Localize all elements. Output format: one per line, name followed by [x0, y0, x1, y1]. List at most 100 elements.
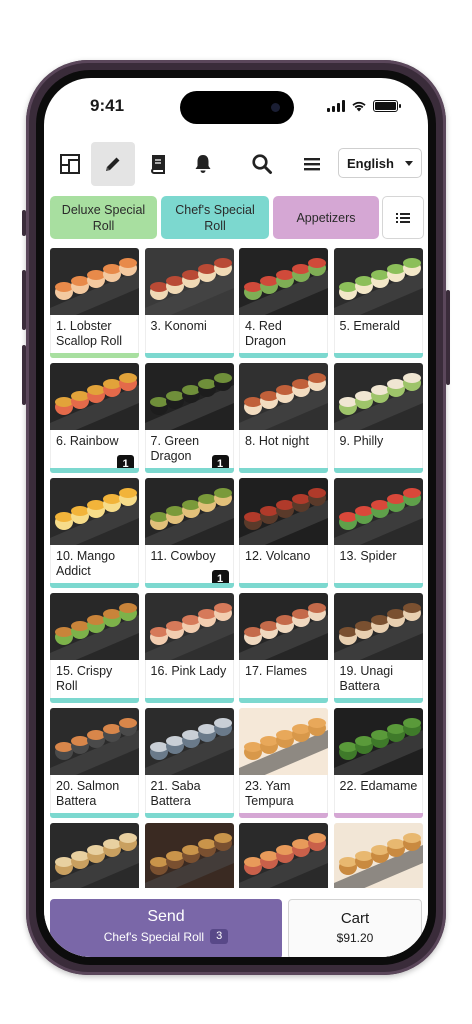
menu-item-name: 12. Volcano: [245, 549, 311, 563]
category-tab-chefs-special-roll[interactable]: Chef's Special Roll: [161, 196, 269, 239]
menu-item-name: 11. Cowboy: [150, 549, 216, 563]
category-list-button[interactable]: [382, 196, 424, 239]
status-time: 9:41: [90, 96, 125, 115]
category-color-bar: [50, 583, 139, 588]
menu-item-card[interactable]: 15. Crispy Roll: [50, 593, 139, 703]
category-color-bar: [239, 468, 328, 473]
menu-item-photo: [144, 478, 234, 545]
menu-item-card[interactable]: [144, 823, 234, 888]
menu-item-photo: [144, 823, 234, 888]
category-color-bar: [50, 698, 139, 703]
menu-item-photo: [50, 593, 139, 660]
category-color-bar: [50, 353, 139, 358]
send-category: Chef's Special Roll: [103, 929, 205, 944]
menu-item-card[interactable]: 23. Yam Tempura: [239, 708, 328, 818]
cart-button[interactable]: Cart $91.20: [288, 899, 422, 957]
menu-item-photo: [239, 708, 328, 775]
phone-frame: 9:41 English Deluxe Special Roll Chef's …: [22, 60, 450, 975]
menu-item-photo: [239, 363, 328, 430]
category-color-bar: [144, 698, 234, 703]
menu-item-photo: [333, 363, 423, 430]
menu-item-card[interactable]: 17. Flames: [239, 593, 328, 703]
menu-item-card[interactable]: [333, 823, 423, 888]
menu-item-photo: [239, 593, 328, 660]
category-color-bar: [50, 813, 139, 818]
category-color-bar: [333, 353, 423, 358]
category-tab-label: Appetizers: [296, 210, 356, 225]
menu-item-card[interactable]: 7. Green Dragon 1: [144, 363, 234, 473]
menu-item-card[interactable]: 10. Mango Addict: [50, 478, 139, 588]
menu-item-name: 21. Saba Battera: [150, 779, 201, 808]
menu-item-photo: [50, 478, 139, 545]
menu-item-card[interactable]: [50, 823, 139, 888]
power-button: [446, 290, 450, 385]
category-color-bar: [239, 353, 328, 358]
menu-item-card[interactable]: 3. Konomi: [144, 248, 234, 358]
menu-item-name: 4. Red Dragon: [245, 319, 286, 348]
wifi-icon: [352, 101, 366, 112]
menu-item-name: 19. Unagi Battera: [339, 664, 394, 693]
notifications-button[interactable]: [181, 142, 225, 186]
bezel: 9:41 English Deluxe Special Roll Chef's …: [36, 70, 436, 965]
menu-book-button[interactable]: [136, 142, 180, 186]
menu-item-card[interactable]: [239, 823, 328, 888]
category-color-bar: [144, 353, 234, 358]
bell-icon: [195, 155, 211, 173]
menu-item-card[interactable]: 11. Cowboy 1: [144, 478, 234, 588]
menu-item-card[interactable]: 19. Unagi Battera: [333, 593, 423, 703]
menu-item-card[interactable]: 8. Hot night: [239, 363, 328, 473]
category-tab-appetizers[interactable]: Appetizers: [273, 196, 379, 239]
menu-item-photo: [144, 708, 234, 775]
battery-icon: [373, 100, 401, 112]
menu-item-card[interactable]: 22. Edamame: [333, 708, 423, 818]
language-value: English: [347, 155, 394, 171]
menu-item-photo: [239, 478, 328, 545]
pencil-icon: [106, 157, 120, 171]
menu-item-photo: [333, 708, 423, 775]
menu-item-card[interactable]: 1. Lobster Scallop Roll: [50, 248, 139, 358]
cart-label: Cart: [340, 910, 370, 927]
menu-item-card[interactable]: 16. Pink Lady: [144, 593, 234, 703]
category-color-bar: [333, 813, 423, 818]
menu-item-card[interactable]: 4. Red Dragon: [239, 248, 328, 358]
menu-item-card[interactable]: 13. Spider: [333, 478, 423, 588]
language-select[interactable]: English: [338, 148, 422, 178]
menu-item-photo: [333, 248, 423, 315]
menu-item-photo: [50, 708, 139, 775]
category-color-bar: [144, 813, 234, 818]
category-color-bar: [50, 468, 139, 473]
send-button[interactable]: Send Chef's Special Roll 3: [50, 899, 282, 957]
menu-item-card[interactable]: 20. Salmon Battera: [50, 708, 139, 818]
edit-button[interactable]: [91, 142, 135, 186]
menu-item-photo: [50, 363, 139, 430]
menu-item-card[interactable]: 21. Saba Battera: [144, 708, 234, 818]
category-color-bar: [333, 583, 423, 588]
search-button[interactable]: [240, 142, 284, 186]
menu-item-card[interactable]: 5. Emerald: [333, 248, 423, 358]
category-tab-label: Deluxe Special Roll: [61, 202, 146, 233]
screen: 9:41 English Deluxe Special Roll Chef's …: [44, 78, 428, 957]
category-color-bar: [239, 698, 328, 703]
send-count-badge: 3: [210, 929, 229, 944]
cart-total: $91.20: [336, 931, 374, 945]
category-tabs: Deluxe Special Roll Chef's Special Roll …: [50, 196, 424, 240]
hamburger-icon: [304, 158, 320, 171]
volume-up-button: [22, 270, 26, 330]
send-label: Send: [147, 908, 185, 925]
menu-item-name: 17. Flames: [245, 664, 307, 678]
menu-item-photo: [239, 248, 328, 315]
menu-button[interactable]: [290, 142, 334, 186]
bottom-bar: Send Chef's Special Roll 3 Cart $91.20: [44, 893, 428, 957]
menu-item-name: 20. Salmon Battera: [56, 779, 120, 808]
category-tab-deluxe-special-roll[interactable]: Deluxe Special Roll: [50, 196, 157, 239]
menu-item-card[interactable]: 9. Philly: [333, 363, 423, 473]
list-icon: [396, 212, 410, 223]
menu-item-name: 5. Emerald: [339, 319, 400, 333]
menu-item-card[interactable]: 6. Rainbow 1: [50, 363, 139, 473]
menu-item-card[interactable]: 12. Volcano: [239, 478, 328, 588]
menu-item-photo: [333, 823, 423, 888]
menu-item-name: 6. Rainbow: [56, 434, 119, 448]
layout-button[interactable]: [48, 142, 92, 186]
category-tab-label: Chef's Special Roll: [175, 202, 255, 233]
action-button: [22, 210, 26, 236]
